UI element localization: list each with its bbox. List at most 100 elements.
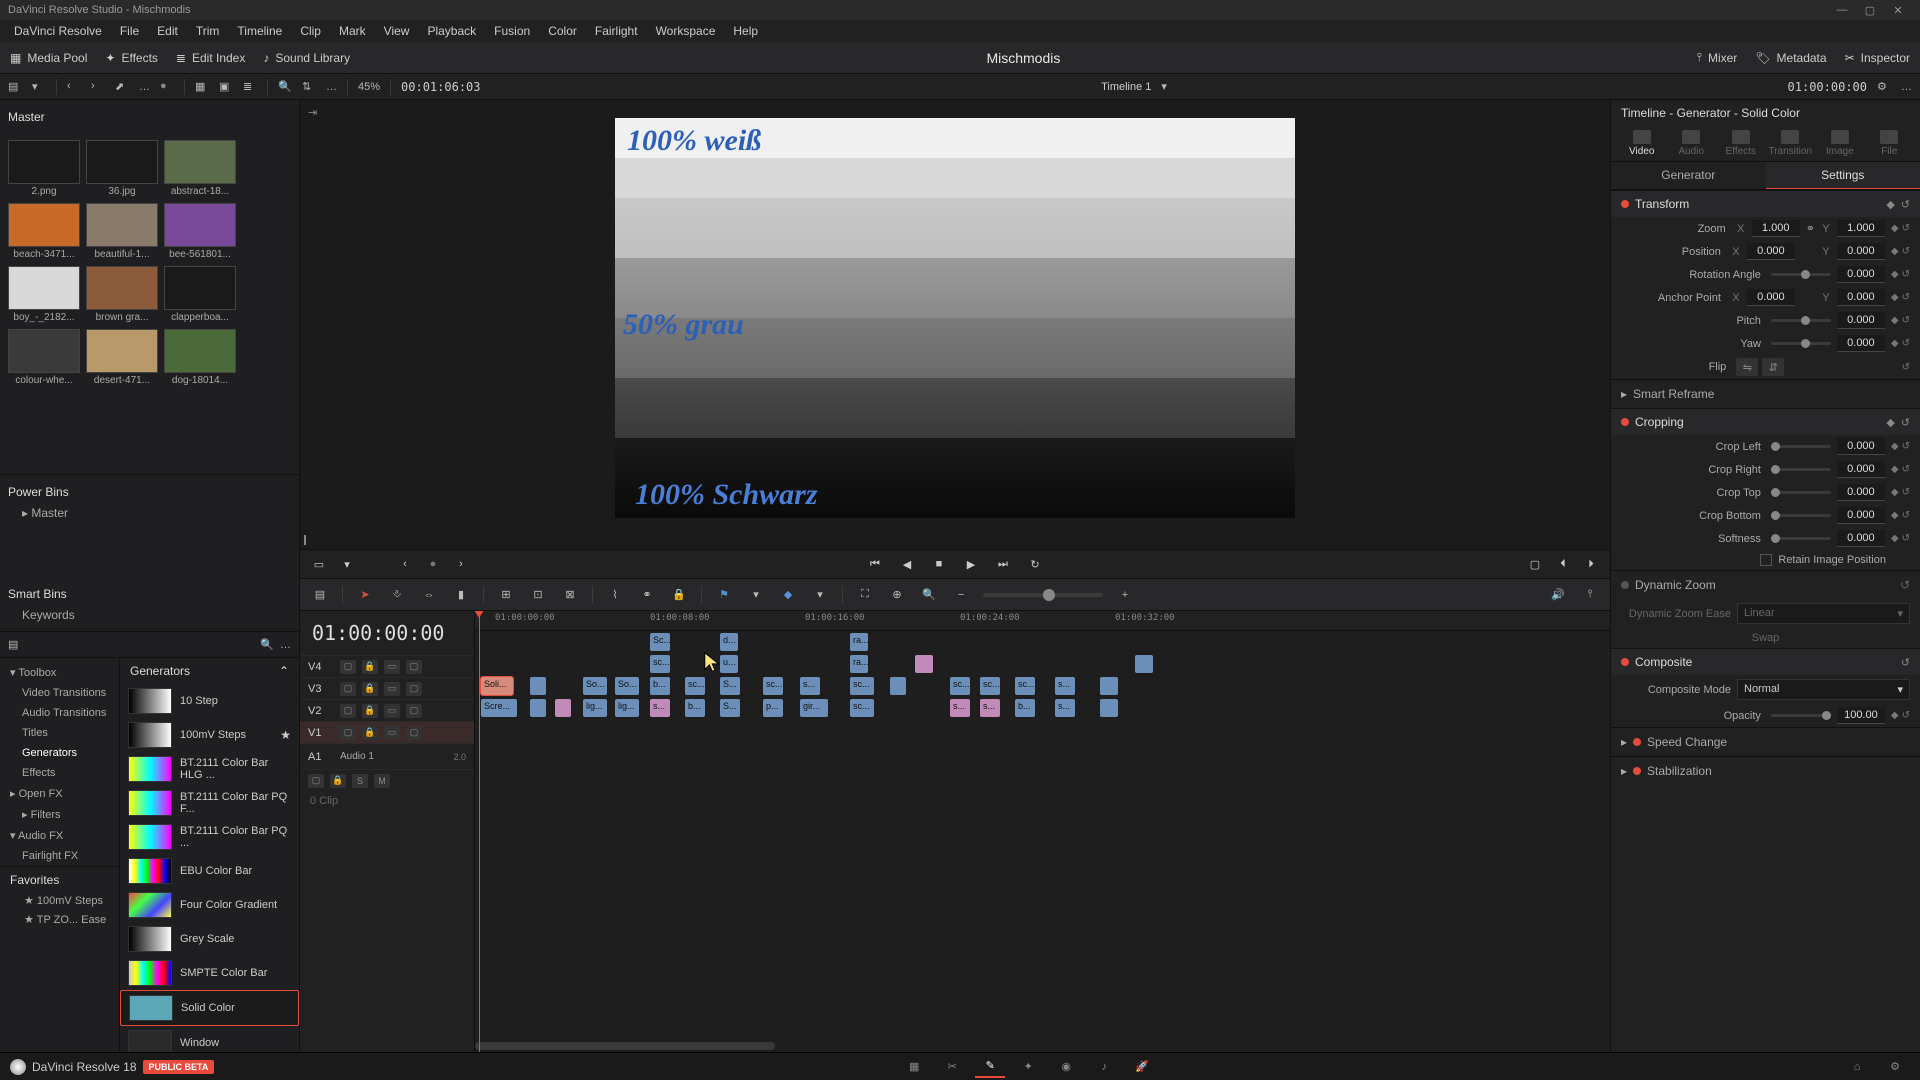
timeline-clip[interactable]: s... [650,699,670,717]
fx-search-icon[interactable]: 🔍 [260,638,274,651]
timeline-name[interactable]: Timeline 1 [1101,81,1151,93]
timeline-clip[interactable]: d... [720,633,738,651]
chevron-down-icon[interactable]: ▾ [32,80,46,94]
flip-h-button[interactable]: ⇋ [1736,358,1758,376]
timeline-clip[interactable]: s... [1055,677,1075,695]
media-thumb[interactable]: 36.jpg [86,140,158,197]
menu-help[interactable]: Help [725,22,766,40]
crop-right-slider[interactable] [1771,468,1831,471]
position-lock-icon[interactable]: 🔒 [669,585,689,605]
media-pool-toggle[interactable]: ▦ Media Pool [10,51,87,65]
yaw-input[interactable]: 0.000 [1837,335,1885,352]
timeline-tracks[interactable]: 01:00:00:0001:00:08:0001:00:16:0001:00:2… [475,611,1610,1052]
crop-right-reset-icon[interactable]: ↺ [1902,464,1910,475]
rotation-slider[interactable] [1771,273,1831,276]
opacity-input[interactable]: 100.00 [1837,707,1885,724]
opacity-slider[interactable] [1771,714,1831,717]
pitch-kf-icon[interactable]: ◆ [1891,315,1899,326]
page-fairlight-icon[interactable]: ♪ [1089,1056,1119,1078]
window-close-icon[interactable]: ✕ [1884,4,1912,17]
opacity-kf-icon[interactable]: ◆ [1891,710,1899,721]
playhead[interactable] [479,611,480,1052]
timeline-clip[interactable]: sc... [980,677,1000,695]
linked-selection-icon[interactable]: ⚭ [637,585,657,605]
generator-item[interactable]: BT.2111 Color Bar PQ F... [120,786,299,820]
inspector-tab-transition[interactable]: Transition [1767,130,1813,157]
menu-edit[interactable]: Edit [149,22,186,40]
timeline-ruler[interactable]: 01:00:00:0001:00:08:0001:00:16:0001:00:2… [475,611,1610,631]
media-thumb[interactable]: dog-18014... [164,329,236,386]
timeline-dropdown-icon[interactable]: ▾ [1161,80,1167,93]
mute-a1-icon[interactable]: M [374,774,390,788]
flag-icon[interactable]: ⚑ [714,585,734,605]
dynamic-trim-icon[interactable]: ⇔ [419,585,439,605]
auto-select-icon[interactable]: ▢ [340,726,356,740]
softness-kf-icon[interactable]: ◆ [1891,533,1899,544]
selection-tool-icon[interactable]: ➤ [355,585,375,605]
dz-swap-button[interactable]: Swap [1611,628,1920,648]
timeline-clip[interactable]: So... [583,677,607,695]
page-cut-icon[interactable]: ✂ [937,1056,967,1078]
opacity-reset-icon[interactable]: ↺ [1902,710,1910,721]
media-thumb[interactable]: desert-471... [86,329,158,386]
go-end-icon[interactable]: ⏭ [994,555,1012,573]
position-x-input[interactable]: 0.000 [1747,243,1795,260]
match-frame-icon[interactable]: ▢ [1526,555,1544,573]
generator-item[interactable]: SMPTE Color Bar [120,956,299,990]
generator-item[interactable]: Window [120,1026,299,1052]
timeline-clip[interactable] [1135,655,1153,673]
composite-reset-icon[interactable]: ↺ [1901,656,1910,669]
fx-cat-filters[interactable]: ▸ Filters [0,804,119,825]
window-maximize-icon[interactable]: ▢ [1856,4,1884,17]
composite-mode-select[interactable]: Normal▾ [1737,679,1910,700]
sound-library-toggle[interactable]: ♪ Sound Library [263,51,350,65]
bin-view-icon[interactable]: ▤ [8,80,22,94]
blade-tool-icon[interactable]: ▮ [451,585,471,605]
crop-left-kf-icon[interactable]: ◆ [1891,441,1899,452]
timeline-clip[interactable]: ra... [850,633,868,651]
go-start-icon[interactable]: ⏮ [866,555,884,573]
inspector-tab-audio[interactable]: Audio [1668,130,1714,157]
media-thumb[interactable]: colour-whe... [8,329,80,386]
generator-item[interactable]: BT.2111 Color Bar HLG ... [120,752,299,786]
track-header-a1[interactable]: A1 Audio 1 2.0 [300,743,474,769]
zoom-kf-icon[interactable]: ◆ [1891,223,1899,234]
cropping-reset-icon[interactable]: ↺ [1901,416,1910,429]
prev-clip-icon[interactable]: ⏴ [1554,555,1572,573]
track-header-v4[interactable]: V4▢🔒▭▢ [300,655,474,677]
gear-icon[interactable]: ⚙ [1877,80,1891,94]
fx-cat-titles[interactable]: Titles [0,723,119,743]
edit-index-toggle[interactable]: ≣ Edit Index [176,51,245,65]
home-icon[interactable]: ⌂ [1842,1056,1872,1078]
softness-slider[interactable] [1771,537,1831,540]
auto-select-icon[interactable]: ▢ [340,704,356,718]
rotation-reset-icon[interactable]: ↺ [1902,269,1910,280]
lock-track-icon[interactable]: 🔒 [362,660,378,674]
favorite-item[interactable]: ★ TP ZO... Ease [10,910,109,929]
viewer-scrub-bar[interactable] [300,535,1610,549]
viewer[interactable]: ⇥ 100% weiß 50% grau 100% Schwarz [300,100,1610,535]
transform-keyframe-icon[interactable]: ◆ [1886,198,1894,211]
menu-clip[interactable]: Clip [292,22,329,40]
list-view-icon[interactable]: ≣ [243,80,257,94]
disable-track-icon[interactable]: ▭ [384,660,400,674]
media-thumb[interactable]: clapperboa... [164,266,236,323]
crop-left-input[interactable]: 0.000 [1837,438,1885,455]
favorite-item[interactable]: ★ 100mV Steps [10,891,109,910]
fx-list-collapse-icon[interactable]: ⌃ [279,664,289,678]
dynamic-zoom-reset-icon[interactable]: ↺ [1900,578,1910,592]
timeline-clip[interactable]: gir... [800,699,828,717]
timeline-clip[interactable]: b... [1015,699,1035,717]
disable-track-icon[interactable]: ▭ [384,704,400,718]
timeline-clip[interactable]: So... [615,677,639,695]
timeline-clip[interactable]: sc... [850,699,874,717]
timeline-clip[interactable]: Sc... [650,633,670,651]
anchor-reset-icon[interactable]: ↺ [1902,292,1910,303]
play-reverse-icon[interactable]: ◀ [898,555,916,573]
crop-right-input[interactable]: 0.000 [1837,461,1885,478]
media-thumb[interactable]: abstract-18... [164,140,236,197]
generator-item[interactable]: Four Color Gradient [120,888,299,922]
media-thumb[interactable]: beach-3471... [8,203,80,260]
audio-mute-icon[interactable]: 🔊 [1548,585,1568,605]
project-settings-icon[interactable]: ⚙ [1880,1056,1910,1078]
